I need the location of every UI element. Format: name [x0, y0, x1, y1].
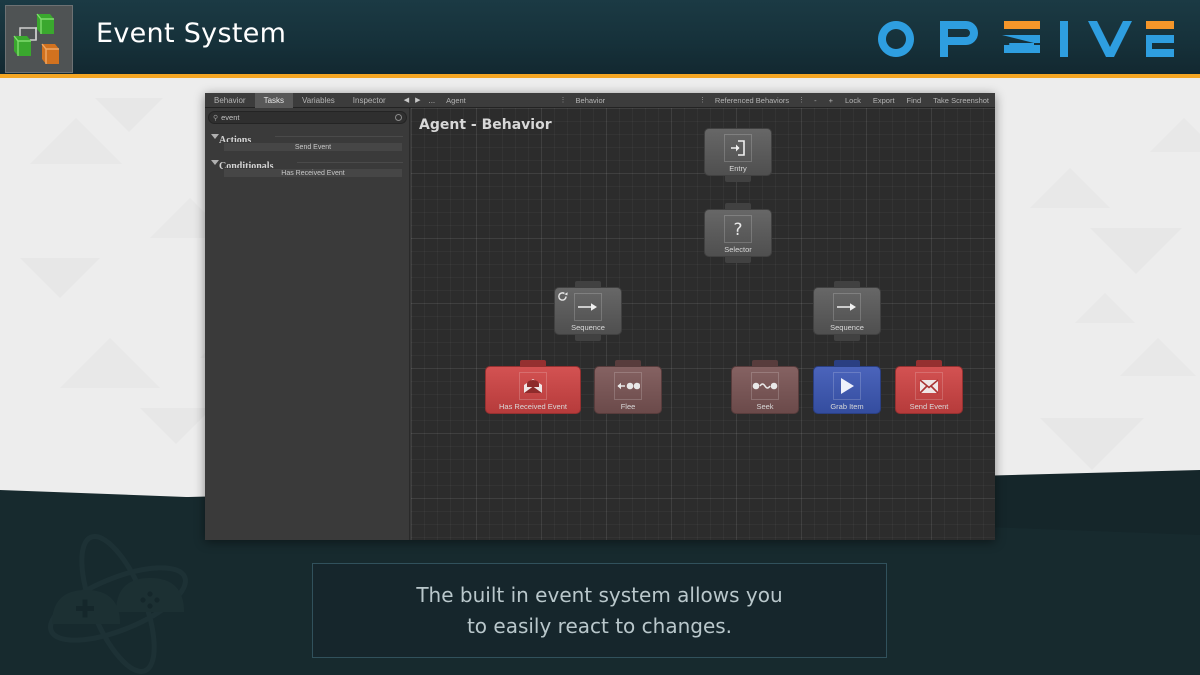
header-accent-rule [0, 74, 1200, 78]
divider-handle-1: ⋮ [559, 97, 567, 104]
node-icon-frame [574, 293, 602, 321]
editor-toolbar: Behavior Tasks Variables Inspector ◀ ▶ .… [205, 92, 995, 108]
task-library-panel: ⚲ event Actions Send Event Conditionals … [205, 108, 410, 540]
arrow-right-icon[interactable]: ▶ [412, 96, 423, 104]
background-triangle [95, 98, 163, 132]
task-has-received-event[interactable]: Has Received Event [223, 168, 403, 178]
node-label: Seek [756, 402, 774, 411]
category-rule-1 [275, 136, 403, 137]
chevron-down-icon [211, 134, 219, 139]
play-icon [841, 378, 854, 394]
tab-variables[interactable]: Variables [293, 93, 344, 108]
caption-line-2: to easily react to changes. [466, 613, 733, 638]
svg-text:?: ? [733, 220, 742, 239]
envelope-icon [919, 378, 939, 394]
node-icon-frame [519, 372, 547, 400]
behavior-tree-canvas[interactable]: Agent - Behavior Entry ? Selector Sequenc… [411, 108, 995, 540]
clear-icon[interactable] [395, 114, 402, 121]
search-icon: ⚲ [213, 114, 219, 122]
tab-inspector[interactable]: Inspector [344, 93, 395, 108]
node-label: Sequence [830, 323, 864, 332]
referenced-behaviors-label[interactable]: Referenced Behaviors [709, 93, 795, 108]
tab-tasks[interactable]: Tasks [254, 92, 294, 108]
background-triangle [140, 408, 212, 444]
seek-icon [752, 382, 778, 390]
remove-referenced-button[interactable]: - [808, 93, 823, 108]
node-label: Sequence [571, 323, 605, 332]
node-icon-frame [751, 372, 779, 400]
background-triangle [60, 338, 160, 388]
breadcrumb-overflow[interactable]: ... [423, 96, 440, 105]
node-entry[interactable]: Entry [704, 128, 772, 182]
node-flee[interactable]: Flee [594, 360, 662, 414]
tree-connectors [411, 108, 711, 258]
node-icon-frame [833, 372, 861, 400]
caption-line-1: The built in event system allows you [416, 582, 783, 607]
tab-behavior[interactable]: Behavior [205, 93, 255, 108]
node-icon-frame [915, 372, 943, 400]
arrow-right-icon [837, 303, 856, 311]
divider-handle-2: ⋮ [698, 97, 706, 104]
lock-button[interactable]: Lock [839, 93, 867, 108]
caption-box: The built in event system allows you to … [312, 563, 887, 658]
search-input-value: event [221, 113, 240, 122]
background-triangle [1090, 228, 1182, 274]
flee-icon [617, 382, 640, 390]
node-icon-frame [614, 372, 642, 400]
background-triangle [1075, 293, 1135, 323]
page-header: Event System [0, 0, 1200, 78]
node-icon-frame: ? [724, 215, 752, 243]
export-button[interactable]: Export [867, 93, 901, 108]
arrow-right-icon [578, 303, 597, 311]
background-triangle [1030, 168, 1110, 208]
background-triangle [1040, 418, 1144, 470]
node-label: Entry [729, 164, 747, 173]
opsive-watermark-icon [48, 534, 188, 674]
node-grab[interactable]: Grab Item [813, 360, 881, 414]
find-button[interactable]: Find [901, 93, 928, 108]
node-label: Flee [620, 402, 636, 411]
node-seq-l[interactable]: Sequence [554, 281, 622, 341]
arrow-left-icon[interactable]: ◀ [401, 96, 412, 104]
node-seq-r[interactable]: Sequence [813, 281, 881, 341]
opsive-brand-logo [878, 21, 1174, 58]
node-label: Has Received Event [499, 402, 567, 411]
page-title: Event System [96, 18, 287, 49]
node-label: Send Event [909, 402, 949, 411]
category-rule-2 [297, 162, 403, 163]
background-triangle [20, 258, 100, 298]
node-cubes-icon [13, 13, 59, 64]
breadcrumb-agent[interactable]: Agent [440, 93, 472, 108]
background-triangle [1150, 118, 1200, 152]
node-seek[interactable]: Seek [731, 360, 799, 414]
node-output-tab [725, 175, 751, 182]
breadcrumb-behavior[interactable]: Behavior [570, 93, 612, 108]
node-hasrecv[interactable]: Has Received Event [485, 360, 581, 414]
node-label: Selector [724, 245, 752, 254]
enter-box-icon [731, 140, 745, 156]
node-icon-frame [724, 134, 752, 162]
search-input[interactable]: ⚲ event [208, 111, 407, 124]
product-logo-badge [5, 5, 73, 73]
add-referenced-button[interactable]: + [823, 93, 839, 108]
node-output-tab [725, 256, 751, 263]
node-output-tab [575, 334, 601, 341]
node-label: Grab Item [830, 402, 864, 411]
background-triangle [1120, 338, 1196, 376]
conditional-abort-icon [557, 289, 568, 301]
behavior-designer-window: Behavior Tasks Variables Inspector ◀ ▶ .… [205, 92, 995, 540]
node-selector[interactable]: ? Selector [704, 203, 772, 263]
node-icon-frame [833, 293, 861, 321]
chevron-down-icon [211, 160, 219, 165]
divider-handle-3: ⋮ [798, 97, 806, 104]
take-screenshot-button[interactable]: Take Screenshot [927, 93, 995, 108]
node-sendev[interactable]: Send Event [895, 360, 963, 414]
question-icon: ? [733, 220, 742, 239]
task-send-event[interactable]: Send Event [223, 142, 403, 152]
node-output-tab [834, 334, 860, 341]
envelope-open-icon [524, 379, 542, 393]
